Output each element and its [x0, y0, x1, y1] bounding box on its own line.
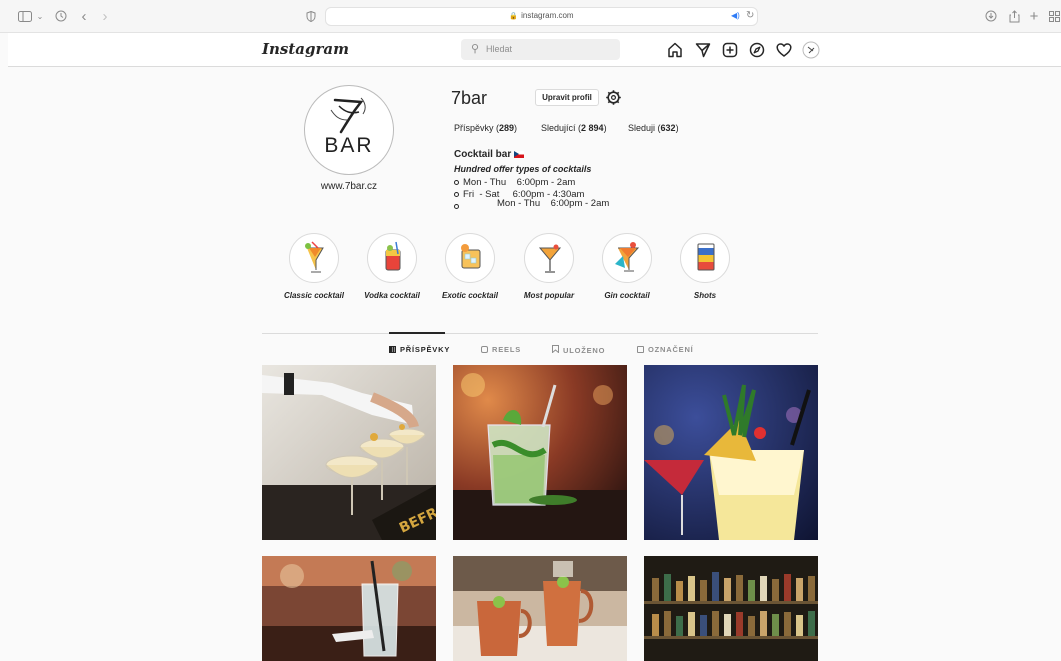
post-thumbnail[interactable]: [262, 556, 436, 661]
post-thumbnail[interactable]: [644, 556, 818, 661]
bookmark-icon: [552, 345, 559, 355]
post-image-glasses-garnish: BEFR: [262, 365, 436, 540]
search-placeholder: Hledat: [486, 44, 513, 54]
post-image-bar-shelf: [644, 556, 818, 661]
exotic-cocktail-icon: [461, 244, 481, 269]
bio-title: Cocktail bar: [454, 149, 525, 160]
reload-icon[interactable]: ↻: [746, 10, 754, 21]
home-icon[interactable]: [666, 41, 684, 59]
activity-heart-icon[interactable]: [775, 41, 793, 59]
address-bar[interactable]: 🔒 instagram.com ◀) ↻: [325, 7, 758, 26]
tagged-icon: [637, 346, 644, 353]
post-thumbnail[interactable]: BEFR: [262, 365, 436, 540]
post-thumbnail[interactable]: [453, 365, 627, 540]
new-post-icon[interactable]: [721, 41, 739, 59]
browser-toolbar: ⌄ ‹ › 🔒 instagram.com ◀) ↻ +: [0, 0, 1061, 33]
reels-icon: [481, 346, 488, 353]
bullet-icon: [454, 192, 459, 197]
grid-icon: [389, 346, 396, 353]
profile-avatar[interactable]: BAR: [304, 85, 394, 175]
czech-flag-icon: [514, 150, 525, 158]
back-icon[interactable]: ‹: [79, 8, 89, 25]
new-tab-icon[interactable]: +: [1027, 8, 1041, 25]
privacy-shield-icon[interactable]: [305, 8, 317, 24]
classic-cocktail-icon: [305, 241, 324, 273]
search-input[interactable]: ⚲ Hledat: [461, 39, 620, 60]
tabs-divider: [262, 333, 818, 334]
tab-overview-icon[interactable]: [1048, 8, 1060, 24]
profile-avatar-icon[interactable]: [802, 41, 820, 59]
shot-glass-icon: [697, 243, 715, 271]
posts-stat: Příspěvky (289): [454, 123, 518, 133]
explore-icon[interactable]: [748, 41, 766, 59]
avatar-logo-text: BAR: [324, 134, 374, 157]
audio-icon[interactable]: ◀): [731, 11, 740, 20]
bullet-icon: [454, 180, 459, 185]
post-image-pina-colada: [644, 365, 818, 540]
settings-gear-icon[interactable]: [605, 89, 622, 106]
tab-reels[interactable]: REELS: [481, 345, 521, 354]
sidebar-toggle-icon[interactable]: [18, 8, 32, 24]
tab-saved[interactable]: ULOŽENO: [552, 345, 605, 355]
website-link[interactable]: www.7bar.cz: [304, 181, 394, 192]
tab-tagged[interactable]: OZNAČENÍ: [637, 345, 694, 354]
lock-icon: 🔒: [509, 13, 519, 20]
instagram-logo[interactable]: Instagram: [262, 40, 349, 58]
martini-glass-logo-icon: [330, 97, 366, 134]
history-icon[interactable]: [54, 8, 68, 24]
highlight-label: Shots: [693, 291, 717, 300]
martini-icon: [538, 244, 562, 273]
following-stat[interactable]: Sleduji (632): [628, 123, 679, 133]
followers-stat[interactable]: Sledující (2 894): [541, 123, 607, 133]
post-thumbnail[interactable]: [453, 556, 627, 661]
post-image-highball: [262, 556, 436, 661]
bio-hours-line-1: Mon - Thu 6:00pm - 2am: [463, 177, 576, 188]
edit-profile-button[interactable]: Upravit profil: [535, 89, 599, 106]
share-icon[interactable]: [1007, 8, 1021, 24]
vodka-cocktail-icon: [385, 241, 401, 271]
tab-posts[interactable]: PŘÍSPĚVKY: [389, 345, 450, 354]
instagram-header: Instagram ⚲ Hledat: [8, 33, 1061, 67]
bullet-icon: [454, 204, 459, 209]
active-tab-indicator: [389, 332, 445, 334]
forward-icon[interactable]: ›: [100, 8, 110, 25]
download-icon[interactable]: [984, 8, 998, 24]
bio-hours-line-3: Mon - Thu 6:00pm - 2am: [497, 198, 610, 209]
post-image-mojito: [453, 365, 627, 540]
url-text: instagram.com: [521, 11, 574, 20]
direct-messages-icon[interactable]: [694, 41, 712, 59]
post-image-moscow-mule: [453, 556, 627, 661]
bio-tagline: Hundred offer types of cocktails: [454, 164, 592, 174]
profile-username: 7bar: [451, 88, 488, 108]
search-icon: ⚲: [471, 43, 480, 55]
chevron-down-icon[interactable]: ⌄: [36, 8, 44, 24]
gin-cocktail-icon: [615, 242, 640, 272]
post-thumbnail[interactable]: [644, 365, 818, 540]
